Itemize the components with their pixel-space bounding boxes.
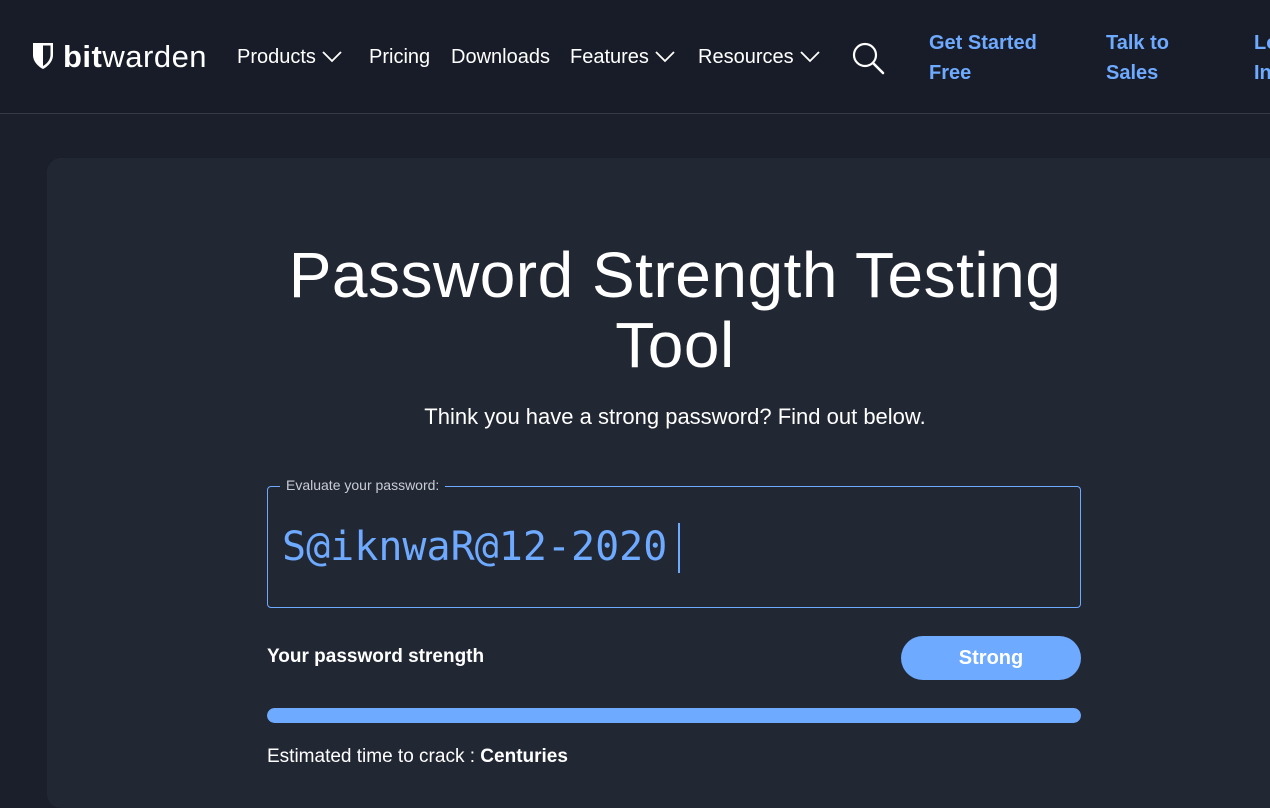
- text-caret: [678, 523, 680, 573]
- get-started-free-link[interactable]: Get Started Free: [929, 28, 1037, 88]
- get-started-line2: Free: [929, 62, 972, 84]
- top-nav: bitwarden Products Pricing Downloads Fea…: [0, 0, 1270, 114]
- chevron-down-icon: [655, 51, 675, 63]
- crack-time-label: Estimated time to crack :: [267, 746, 481, 767]
- password-field-wrapper: Evaluate your password:: [267, 477, 1081, 608]
- talk-to-sales-link[interactable]: Talk to Sales: [1106, 28, 1169, 88]
- nav-resources-label: Resources: [698, 45, 794, 68]
- get-started-line1: Get Started: [929, 32, 1037, 54]
- nav-resources[interactable]: Resources: [698, 44, 820, 70]
- strength-label: Your password strength: [267, 646, 485, 667]
- crack-time-value: Centuries: [480, 746, 568, 767]
- crack-time: Estimated time to crack : Centuries: [267, 746, 568, 768]
- login-line2: In: [1254, 62, 1270, 84]
- search-icon[interactable]: [850, 40, 886, 76]
- nav-pricing[interactable]: Pricing: [369, 44, 430, 70]
- password-input[interactable]: [282, 519, 1062, 575]
- talk-to-sales-line1: Talk to: [1106, 32, 1169, 54]
- page-title-line1: Password Strength Testing: [288, 239, 1062, 311]
- strength-meter: [267, 708, 1081, 723]
- nav-downloads[interactable]: Downloads: [451, 44, 550, 70]
- bitwarden-logo[interactable]: bitwarden: [31, 38, 207, 74]
- talk-to-sales-line2: Sales: [1106, 62, 1159, 84]
- strength-badge: Strong: [901, 636, 1081, 680]
- password-tool-card: Password Strength Testing Tool Think you…: [47, 158, 1270, 808]
- nav-downloads-label: Downloads: [451, 45, 550, 68]
- login-link[interactable]: Lo In: [1254, 28, 1270, 88]
- chevron-down-icon: [799, 51, 820, 63]
- strength-meter-fill: [267, 708, 1081, 723]
- page-subtitle: Think you have a strong password? Find o…: [424, 404, 926, 429]
- shield-icon: [33, 43, 53, 69]
- nav-products[interactable]: Products: [237, 44, 342, 70]
- logo-wordmark: bitwarden: [63, 38, 208, 74]
- page-title: Password Strength Testing Tool: [267, 240, 1083, 380]
- login-line1: Lo: [1254, 32, 1270, 54]
- nav-features-label: Features: [570, 45, 649, 68]
- nav-features[interactable]: Features: [570, 44, 675, 70]
- password-field-label: Evaluate your password:: [280, 477, 446, 493]
- page-title-line2: Tool: [615, 309, 735, 381]
- chevron-down-icon: [322, 51, 342, 63]
- nav-products-label: Products: [237, 45, 316, 68]
- nav-pricing-label: Pricing: [369, 45, 431, 68]
